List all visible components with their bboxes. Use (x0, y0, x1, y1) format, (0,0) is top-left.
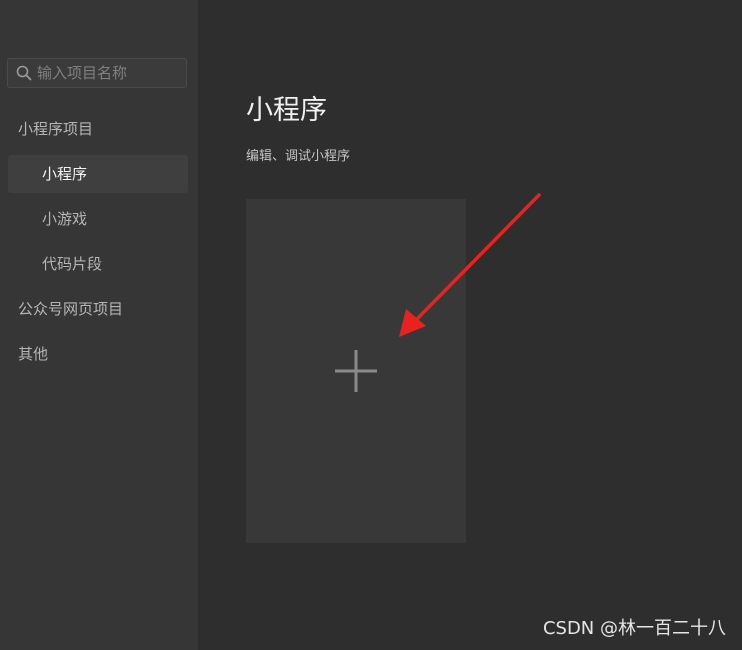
search-input[interactable] (37, 64, 186, 82)
search-icon (16, 65, 32, 81)
app-window: 小程序项目 小程序 小游戏 代码片段 公众号网页项目 其他 小程序 编辑、调试小… (0, 0, 742, 650)
sidebar-item-code-snippets[interactable]: 代码片段 (8, 245, 188, 283)
sidebar-group-official-account-web[interactable]: 公众号网页项目 (18, 299, 123, 319)
page-subtitle: 编辑、调试小程序 (246, 149, 351, 164)
watermark: CSDN @林一百二十八 (542, 618, 726, 639)
plus-icon (335, 350, 377, 392)
sidebar-group-other[interactable]: 其他 (18, 344, 48, 364)
page-title: 小程序 (246, 95, 327, 126)
sidebar: 小程序项目 小程序 小游戏 代码片段 公众号网页项目 其他 (0, 0, 198, 650)
search-box[interactable] (7, 58, 187, 88)
new-project-button[interactable] (246, 199, 466, 543)
sidebar-item-minigame[interactable]: 小游戏 (8, 200, 188, 238)
sidebar-group-miniprogram-projects[interactable]: 小程序项目 (18, 119, 93, 139)
sidebar-item-miniprogram[interactable]: 小程序 (8, 155, 188, 193)
